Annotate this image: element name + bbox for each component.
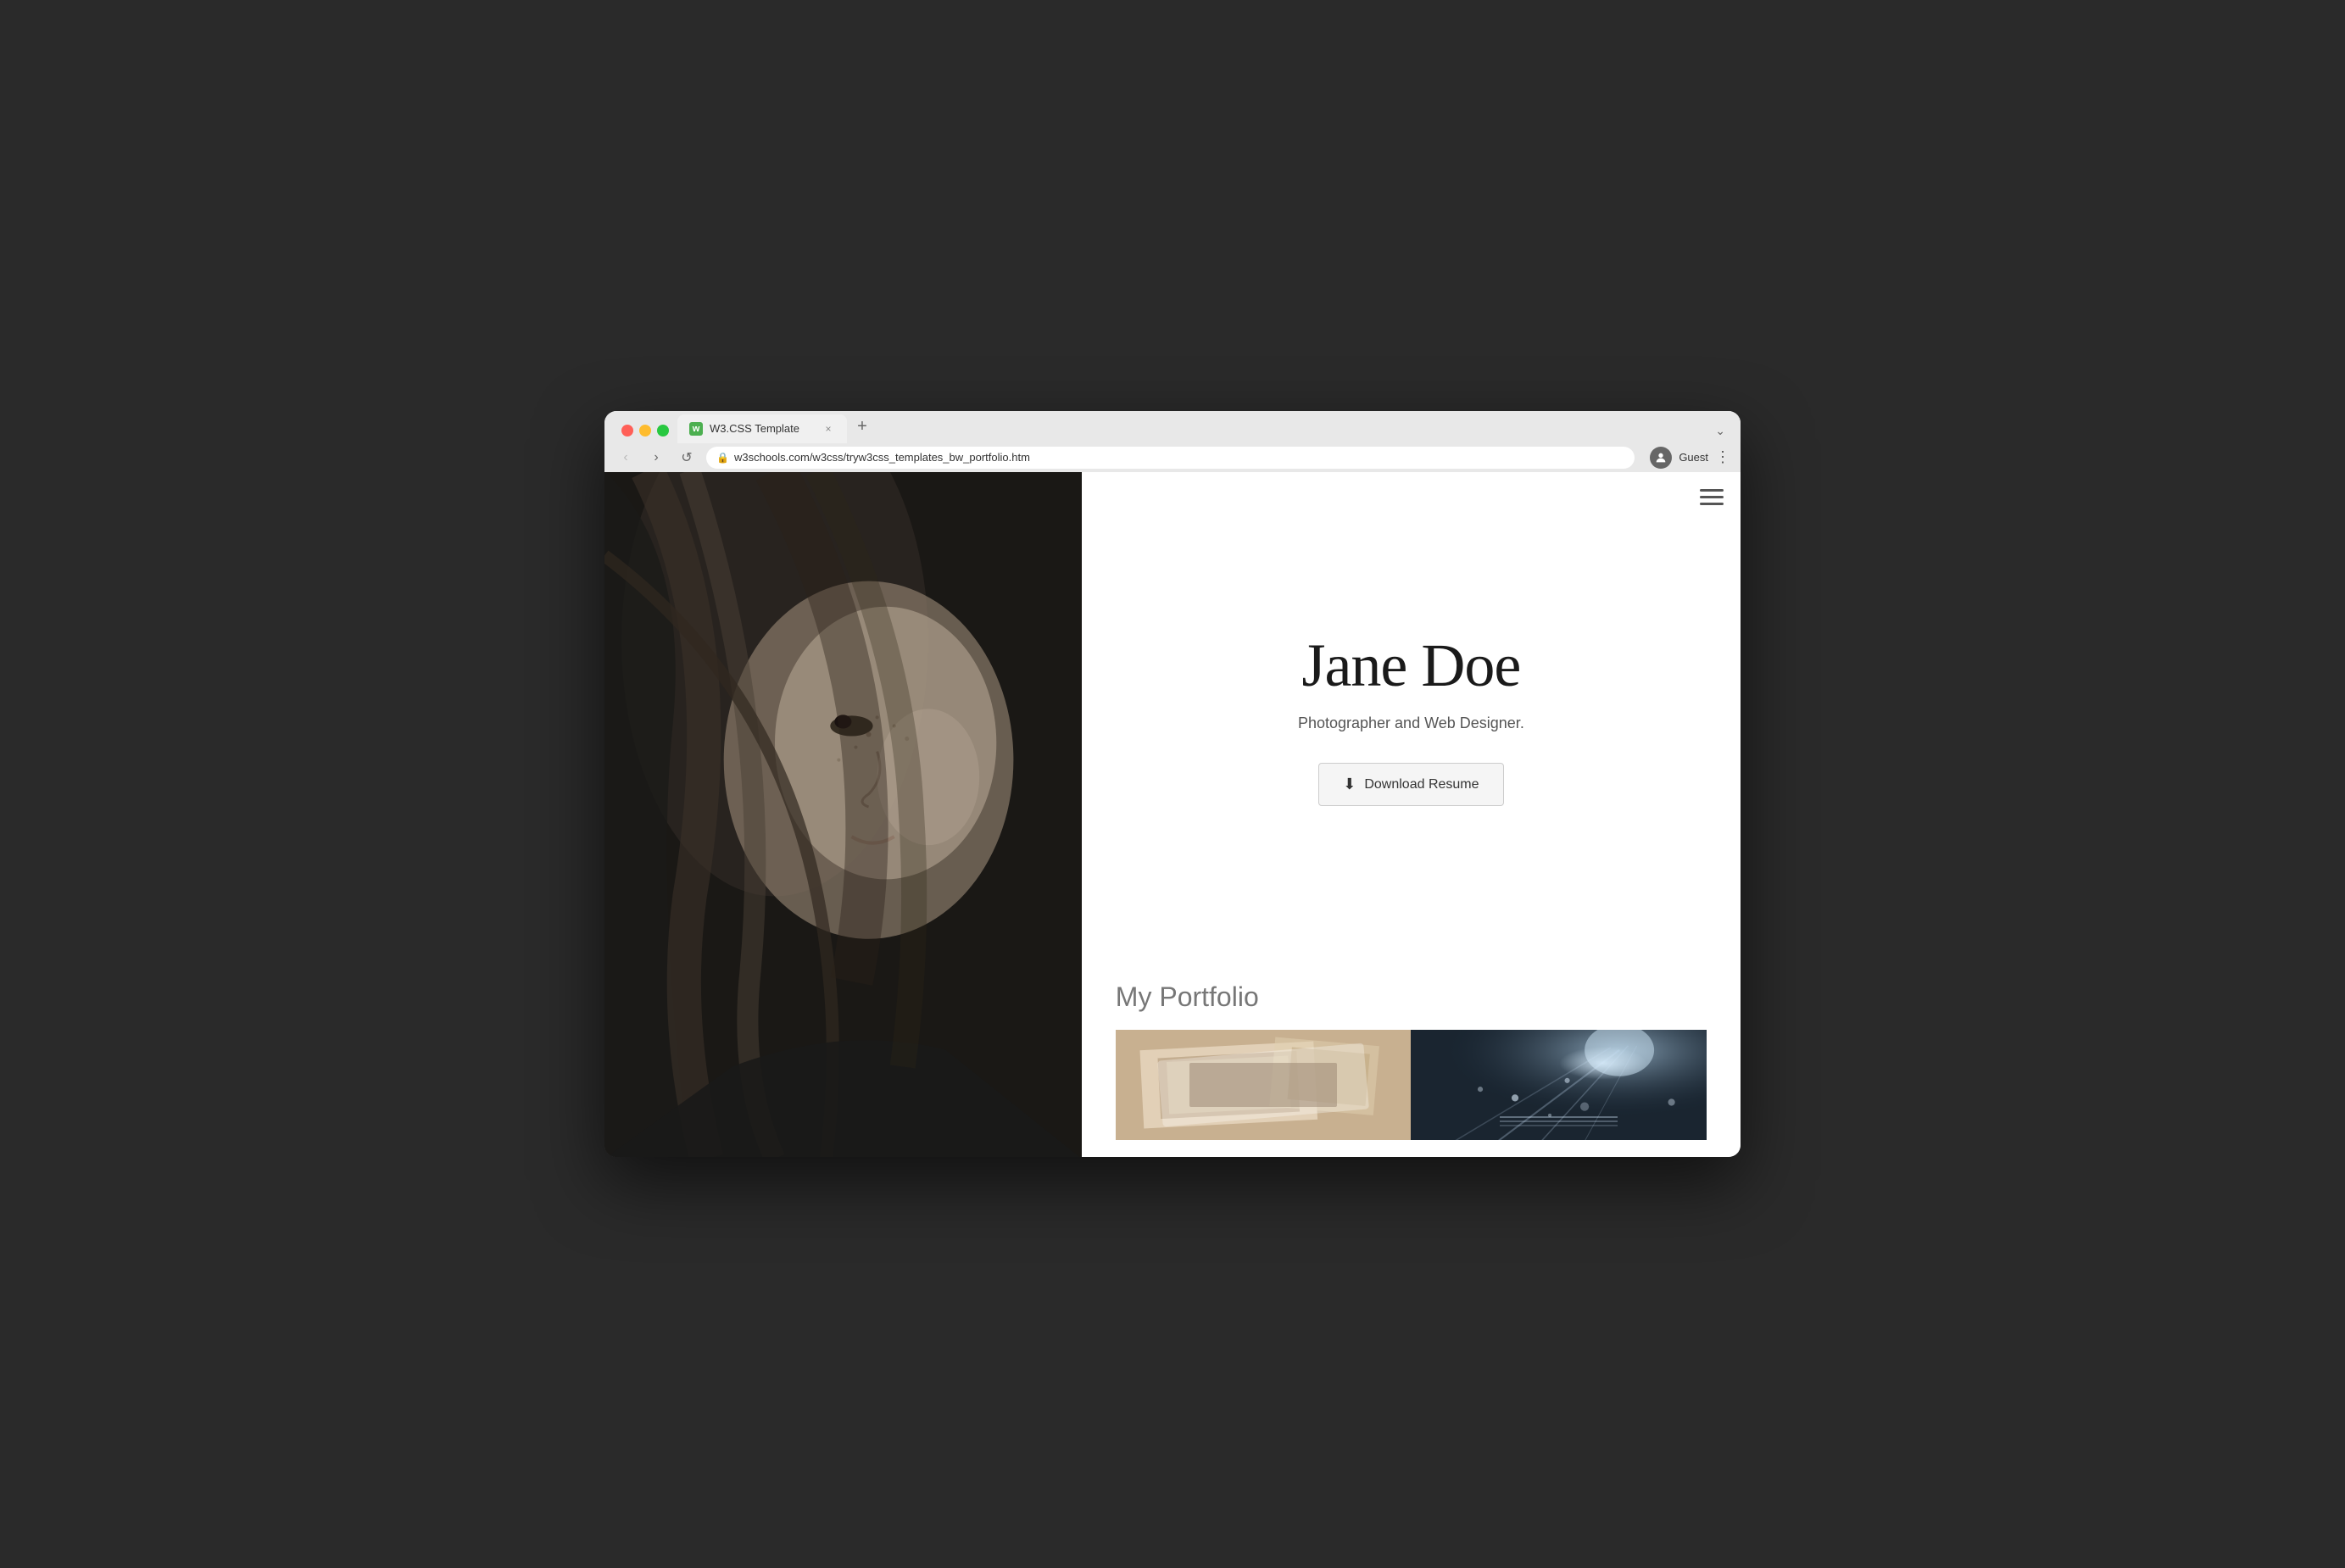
lock-icon: 🔒 <box>716 452 729 464</box>
download-button-label: Download Resume <box>1364 777 1479 792</box>
portfolio-grid <box>1116 1030 1707 1140</box>
hamburger-line-1 <box>1700 489 1724 492</box>
portfolio-section: My Portfolio <box>1082 965 1741 1157</box>
tab-title: W3.CSS Template <box>710 422 815 435</box>
chrome-bar: w W3.CSS Template × + ⌄ ‹ › ↺ 🔒 w3school… <box>604 411 1741 472</box>
maximize-traffic-light[interactable] <box>657 425 669 436</box>
traffic-lights <box>613 425 677 443</box>
url-text: w3schools.com/w3css/tryw3css_templates_b… <box>734 451 1030 464</box>
hamburger-menu-button[interactable] <box>1700 489 1724 505</box>
portfolio-image-2 <box>1411 1030 1707 1140</box>
portrait-photo-panel <box>604 472 1082 1157</box>
refresh-button[interactable]: ↺ <box>676 447 698 469</box>
close-traffic-light[interactable] <box>621 425 633 436</box>
browser-window: w W3.CSS Template × + ⌄ ‹ › ↺ 🔒 w3school… <box>604 411 1741 1157</box>
hamburger-line-2 <box>1700 496 1724 498</box>
download-icon: ⬇ <box>1343 776 1356 793</box>
tab-spacer: w W3.CSS Template × + <box>677 414 1715 443</box>
content-panel: Jane Doe Photographer and Web Designer. … <box>1082 472 1741 1157</box>
tab-close-button[interactable]: × <box>822 422 835 436</box>
portfolio-item-2[interactable] <box>1411 1030 1707 1140</box>
user-area: Guest ⋮ <box>1650 447 1730 469</box>
portfolio-item-1[interactable] <box>1116 1030 1412 1140</box>
tab-dropdown-button[interactable]: ⌄ <box>1715 424 1725 438</box>
url-bar[interactable]: 🔒 w3schools.com/w3css/tryw3css_templates… <box>706 447 1635 469</box>
active-tab[interactable]: w W3.CSS Template × <box>677 414 847 443</box>
download-resume-button[interactable]: ⬇ Download Resume <box>1318 763 1503 806</box>
portrait-svg <box>604 472 1082 1157</box>
hamburger-line-3 <box>1700 503 1724 505</box>
website-content: Jane Doe Photographer and Web Designer. … <box>604 472 1741 1157</box>
hero-name: Jane Doe <box>1301 631 1520 701</box>
minimize-traffic-light[interactable] <box>639 425 651 436</box>
tab-favicon: w <box>689 422 703 436</box>
hero-subtitle: Photographer and Web Designer. <box>1298 714 1524 732</box>
hero-section: Jane Doe Photographer and Web Designer. … <box>1082 472 1741 965</box>
back-button[interactable]: ‹ <box>615 447 637 469</box>
browser-menu-button[interactable]: ⋮ <box>1715 448 1730 466</box>
portfolio-image-1 <box>1116 1030 1412 1140</box>
tab-bar: w W3.CSS Template × + ⌄ <box>604 411 1741 443</box>
user-avatar-icon[interactable] <box>1650 447 1672 469</box>
forward-button[interactable]: › <box>645 447 667 469</box>
address-bar: ‹ › ↺ 🔒 w3schools.com/w3css/tryw3css_tem… <box>604 443 1741 472</box>
portfolio-title: My Portfolio <box>1116 981 1707 1013</box>
new-tab-button[interactable]: + <box>850 415 874 439</box>
user-label: Guest <box>1679 451 1708 464</box>
